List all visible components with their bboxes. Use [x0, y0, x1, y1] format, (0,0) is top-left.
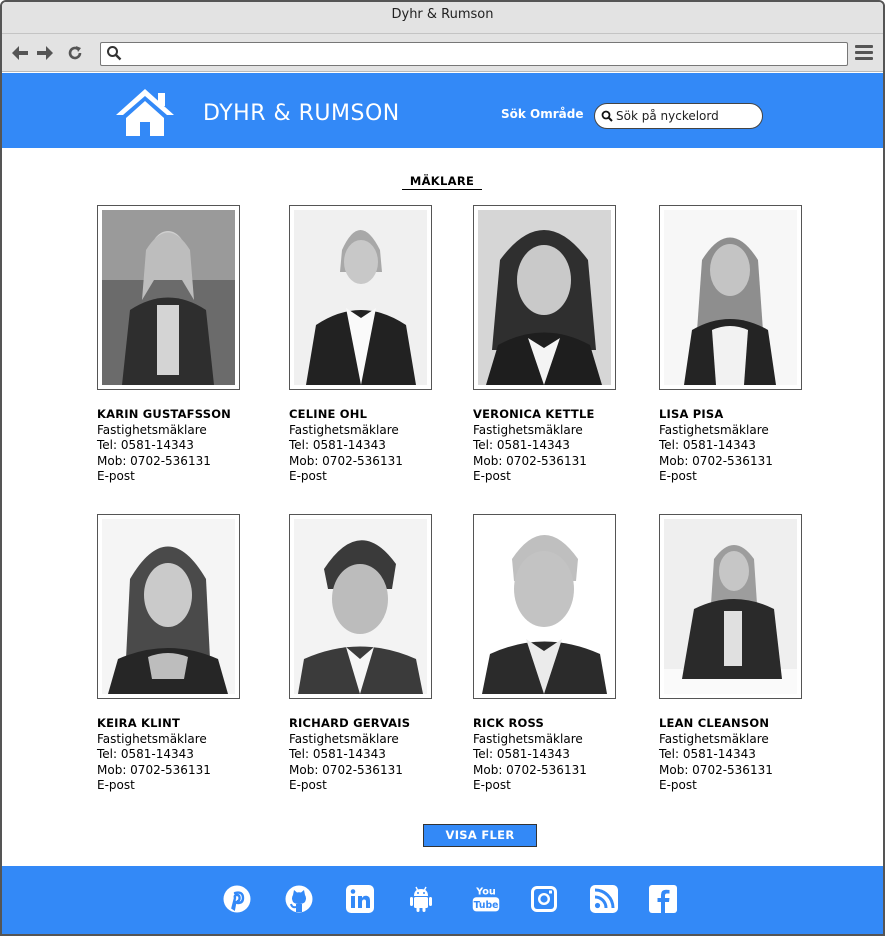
agent-role: Fastighetsmäklare — [659, 731, 769, 746]
agent-info: LISA PISA Fastighetsmäklare Tel: 0581-14… — [659, 407, 834, 485]
agent-phone: Tel: 0581-14343 — [659, 438, 756, 452]
agent-name: LEAN CLEANSON — [659, 716, 770, 730]
agent-role: Fastighetsmäklare — [473, 731, 583, 746]
agent-info: KARIN GUSTAFSSON Fastighetsmäklare Tel: … — [97, 407, 272, 485]
agent-info: LEAN CLEANSON Fastighetsmäklare Tel: 058… — [659, 716, 834, 794]
hamburger-menu-icon[interactable] — [855, 45, 875, 63]
agent-phone: Tel: 0581-14343 — [473, 747, 570, 761]
agent-photo[interactable] — [289, 514, 432, 699]
brand-name[interactable]: DYHR & RUMSON — [203, 101, 400, 126]
agent-email-link[interactable]: E-post — [97, 778, 272, 794]
agent-email-link[interactable]: E-post — [289, 778, 464, 794]
agent-name: KARIN GUSTAFSSON — [97, 407, 231, 421]
agent-photo[interactable] — [97, 205, 240, 390]
agent-name: KEIRA KLINT — [97, 716, 180, 730]
agent-info: CELINE OHL Fastighetsmäklare Tel: 0581-1… — [289, 407, 464, 485]
rss-icon[interactable] — [588, 883, 620, 915]
agent-name: RICHARD GERVAIS — [289, 716, 411, 730]
show-more-button[interactable]: VISA FLER — [423, 824, 537, 847]
github-icon[interactable] — [283, 883, 315, 915]
keyword-search-box[interactable] — [594, 103, 763, 129]
site-footer: You Tube — [2, 866, 883, 934]
search-area-label: Sök Område — [501, 107, 584, 121]
youtube-tube-text: Tube — [474, 900, 499, 911]
agent-info: RICHARD GERVAIS Fastighetsmäklare Tel: 0… — [289, 716, 464, 794]
agent-email-link[interactable]: E-post — [659, 778, 834, 794]
home-icon[interactable] — [114, 87, 176, 137]
agent-phone: Tel: 0581-14343 — [289, 747, 386, 761]
search-icon — [107, 46, 122, 61]
agent-role: Fastighetsmäklare — [97, 731, 207, 746]
agent-info: RICK ROSS Fastighetsmäklare Tel: 0581-14… — [473, 716, 648, 794]
agent-email-link[interactable]: E-post — [659, 469, 834, 485]
agent-name: VERONICA KETTLE — [473, 407, 595, 421]
search-icon — [601, 110, 613, 122]
agent-phone: Tel: 0581-14343 — [659, 747, 756, 761]
youtube-you-text: You — [475, 887, 496, 898]
agent-photo[interactable] — [473, 514, 616, 699]
address-input[interactable] — [127, 45, 837, 63]
agent-mobile: Mob: 0702-536131 — [97, 762, 211, 777]
agent-mobile: Mob: 0702-536131 — [659, 453, 773, 468]
browser-window: Dyhr & Rumson DYHR & RUMSON Sök Område S… — [0, 0, 885, 936]
agent-name: RICK ROSS — [473, 716, 544, 730]
pinterest-icon[interactable] — [221, 883, 253, 915]
agent-info: KEIRA KLINT Fastighetsmäklare Tel: 0581-… — [97, 716, 272, 794]
agent-email-link[interactable]: E-post — [289, 469, 464, 485]
agent-email-link[interactable]: E-post — [473, 469, 648, 485]
browser-titlebar: Dyhr & Rumson — [2, 2, 883, 34]
address-bar[interactable] — [100, 42, 848, 66]
agent-email-link[interactable]: E-post — [97, 469, 272, 485]
agent-mobile: Mob: 0702-536131 — [97, 453, 211, 468]
reload-icon[interactable] — [65, 43, 85, 63]
agent-role: Fastighetsmäklare — [659, 422, 769, 437]
agent-photo[interactable] — [473, 205, 616, 390]
agent-phone: Tel: 0581-14343 — [97, 747, 194, 761]
agent-mobile: Mob: 0702-536131 — [659, 762, 773, 777]
agent-info: VERONICA KETTLE Fastighetsmäklare Tel: 0… — [473, 407, 648, 485]
agent-name: LISA PISA — [659, 407, 724, 421]
agent-name: CELINE OHL — [289, 407, 368, 421]
agent-phone: Tel: 0581-14343 — [473, 438, 570, 452]
section-title: MÄKLARE — [402, 174, 482, 190]
agent-phone: Tel: 0581-14343 — [97, 438, 194, 452]
agent-photo[interactable] — [289, 205, 432, 390]
agent-photo[interactable] — [659, 205, 802, 390]
site-header: DYHR & RUMSON Sök Område — [2, 73, 883, 148]
agent-mobile: Mob: 0702-536131 — [473, 453, 587, 468]
android-icon[interactable] — [405, 883, 437, 915]
agent-mobile: Mob: 0702-536131 — [473, 762, 587, 777]
agent-role: Fastighetsmäklare — [97, 422, 207, 437]
back-arrow-icon[interactable] — [10, 43, 30, 63]
keyword-search-input[interactable] — [616, 107, 756, 125]
browser-toolbar — [2, 34, 883, 72]
agent-photo[interactable] — [659, 514, 802, 699]
agent-mobile: Mob: 0702-536131 — [289, 762, 403, 777]
agent-role: Fastighetsmäklare — [473, 422, 583, 437]
window-title: Dyhr & Rumson — [391, 7, 494, 22]
agent-mobile: Mob: 0702-536131 — [289, 453, 403, 468]
youtube-icon[interactable]: You Tube — [469, 883, 503, 915]
agent-email-link[interactable]: E-post — [473, 778, 648, 794]
instagram-icon[interactable] — [528, 883, 560, 915]
forward-arrow-icon[interactable] — [35, 43, 55, 63]
agent-role: Fastighetsmäklare — [289, 731, 399, 746]
facebook-icon[interactable] — [647, 883, 679, 915]
agent-role: Fastighetsmäklare — [289, 422, 399, 437]
agent-phone: Tel: 0581-14343 — [289, 438, 386, 452]
agent-photo[interactable] — [97, 514, 240, 699]
linkedin-icon[interactable] — [344, 883, 376, 915]
